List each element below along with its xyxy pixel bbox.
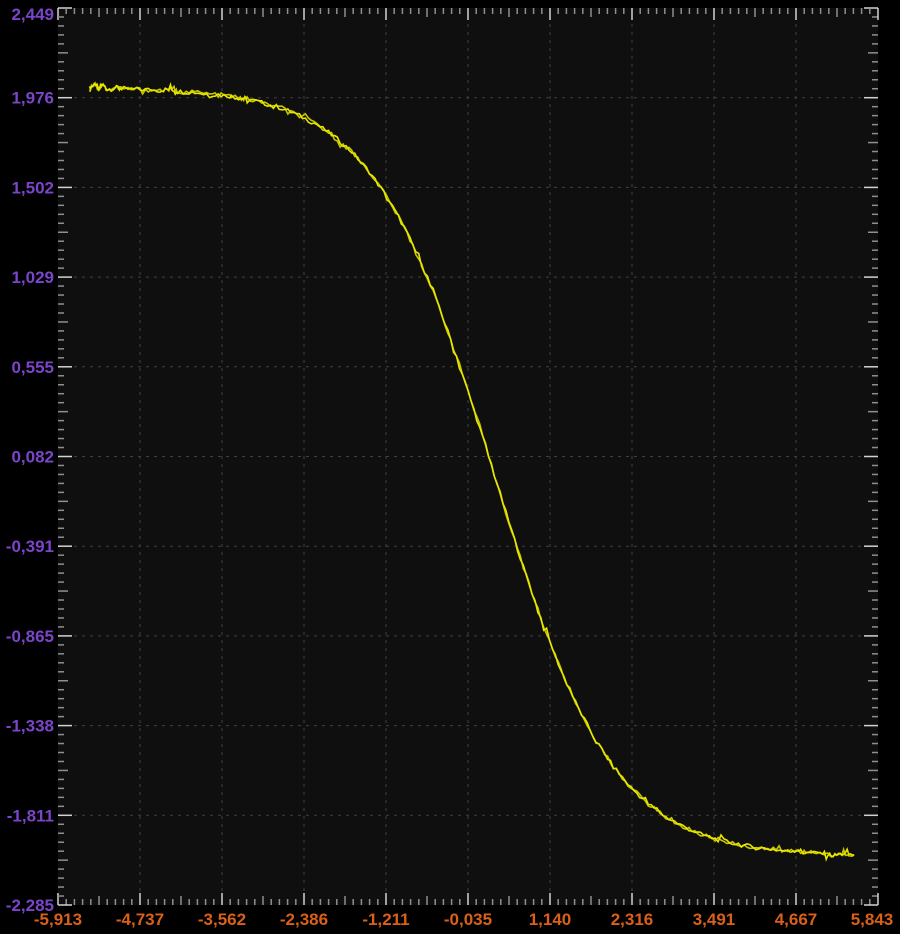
x-tick-label: -1,211 bbox=[362, 910, 409, 929]
x-tick-label: -0,035 bbox=[444, 910, 492, 929]
y-tick-label: 1,976 bbox=[11, 89, 54, 108]
y-tick-label: 0,082 bbox=[11, 448, 54, 467]
y-tick-label: 1,502 bbox=[11, 178, 54, 197]
y-tick-label: -0,391 bbox=[6, 537, 54, 556]
x-tick-label: -4,737 bbox=[116, 910, 164, 929]
x-tick-label: 1,140 bbox=[529, 910, 572, 929]
x-tick-label: 2,316 bbox=[611, 910, 654, 929]
y-tick-label: -0,865 bbox=[6, 627, 54, 646]
x-tick-label: -3,562 bbox=[198, 910, 246, 929]
y-tick-label: 0,555 bbox=[11, 358, 54, 377]
x-tick-label: -2,386 bbox=[280, 910, 328, 929]
y-tick-label: -1,338 bbox=[6, 717, 54, 736]
x-tick-label: 4,667 bbox=[775, 910, 818, 929]
x-tick-label: -5,913 bbox=[34, 910, 82, 929]
y-tick-label: 1,029 bbox=[11, 268, 54, 287]
y-tick-label: 2,449 bbox=[11, 5, 54, 24]
x-tick-label: 3,491 bbox=[693, 910, 736, 929]
xy-plot-canvas: 2,449 1,976 1,502 1,029 0,555 0,082 -0,391 -0,8… bbox=[0, 0, 900, 934]
y-tick-label: -1,811 bbox=[7, 806, 54, 825]
x-tick-label: 5,843 bbox=[851, 910, 894, 929]
scope-display: 2,449 1,976 1,502 1,029 0,555 0,082 -0,391 -0,8… bbox=[0, 0, 900, 934]
